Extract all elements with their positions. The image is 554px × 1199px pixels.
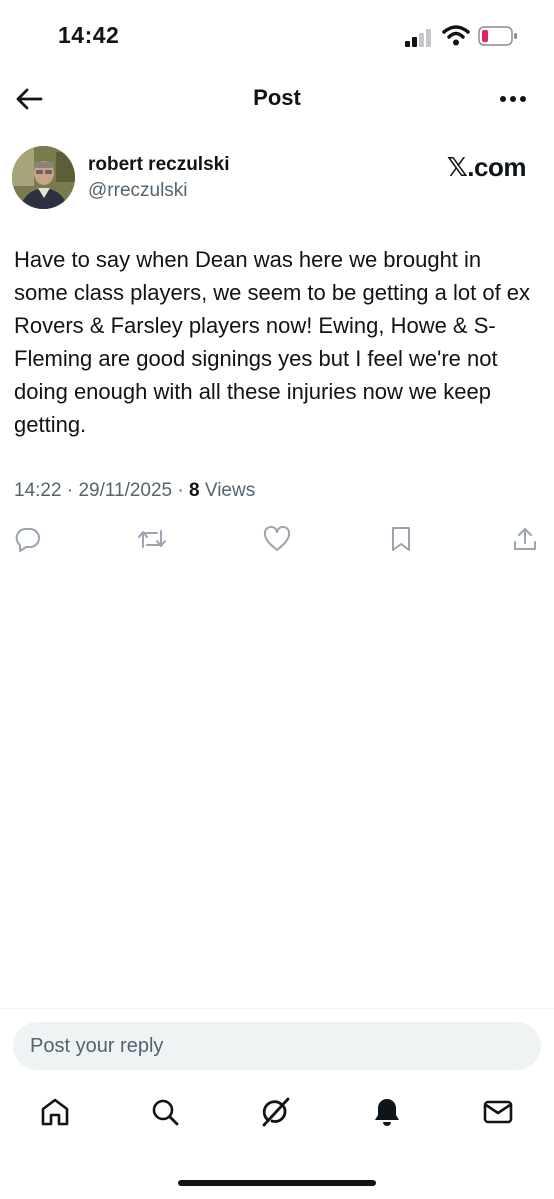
- bookmark-button[interactable]: [386, 524, 416, 554]
- heart-icon: [263, 526, 291, 551]
- tab-grok[interactable]: [258, 1094, 294, 1130]
- comment-icon: [15, 527, 40, 552]
- reply-input[interactable]: [30, 1022, 510, 1070]
- top-nav: Post: [0, 72, 554, 126]
- author-name[interactable]: robert reczulski: [88, 154, 230, 176]
- avatar[interactable]: [12, 146, 75, 209]
- tab-home[interactable]: [37, 1094, 73, 1130]
- wifi-icon: [442, 25, 470, 46]
- post-detail-screen: 14:42 Post robert reczulski @rreczulski …: [0, 0, 554, 1199]
- bookmark-icon: [392, 527, 410, 551]
- battery-icon: [478, 26, 517, 46]
- views-count[interactable]: 8: [189, 480, 200, 501]
- bottom-tab-bar: [0, 1094, 554, 1140]
- post-time: 14:22: [14, 480, 62, 501]
- share-button[interactable]: [510, 524, 540, 554]
- bell-icon: [375, 1099, 399, 1126]
- tab-messages[interactable]: [480, 1094, 516, 1130]
- status-time: 14:42: [58, 22, 120, 48]
- home-indicator[interactable]: [178, 1180, 376, 1186]
- views-label: Views: [204, 480, 256, 501]
- repost-icon: [138, 530, 166, 548]
- reply-button[interactable]: [13, 524, 43, 554]
- post-meta: 14:22 · 29/11/2025 · 8 Views: [14, 480, 255, 502]
- reply-composer[interactable]: [13, 1022, 541, 1070]
- cellular-signal-icon: [405, 29, 431, 47]
- mail-icon: [483, 1100, 513, 1124]
- share-icon: [514, 528, 536, 550]
- post-date: 29/11/2025: [78, 480, 173, 501]
- source-logo: 𝕏.com: [446, 152, 527, 182]
- search-icon: [152, 1099, 179, 1126]
- home-icon: [41, 1098, 69, 1126]
- separator-dot: ·: [177, 480, 190, 501]
- more-horizontal-icon: [500, 96, 526, 102]
- more-options-button[interactable]: [496, 82, 530, 116]
- avatar-photo: [12, 146, 75, 209]
- status-bar: 14:42: [0, 0, 554, 70]
- grok-icon: [262, 1097, 290, 1127]
- tab-notifications[interactable]: [369, 1094, 405, 1130]
- post-actions: [0, 524, 554, 556]
- page-title: Post: [253, 85, 301, 110]
- post-author: robert reczulski @rreczulski 𝕏.com: [12, 146, 542, 212]
- like-button[interactable]: [262, 524, 292, 554]
- divider: [0, 1008, 554, 1009]
- author-handle[interactable]: @rreczulski: [88, 180, 188, 202]
- separator-dot: ·: [66, 480, 79, 501]
- post-text: Have to say when Dean was here we brough…: [14, 247, 531, 437]
- repost-button[interactable]: [137, 524, 167, 554]
- tab-search[interactable]: [147, 1094, 183, 1130]
